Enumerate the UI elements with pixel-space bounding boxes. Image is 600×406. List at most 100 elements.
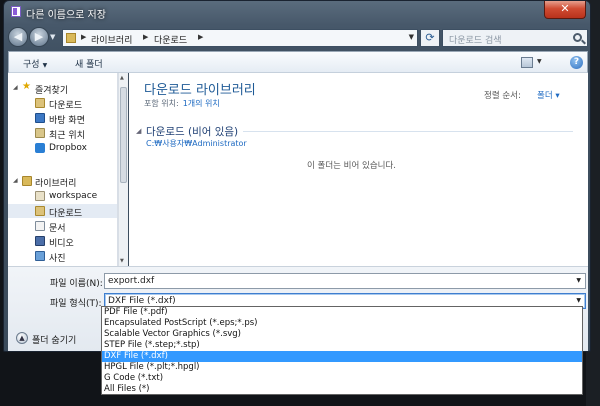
filename-value: export.dxf <box>108 276 155 286</box>
back-button[interactable]: ◀ <box>8 27 28 47</box>
address-dropdown-icon[interactable]: ▼ <box>409 33 414 41</box>
collapse-icon[interactable]: ◢ <box>13 177 18 184</box>
includes-label: 포함 위치: <box>144 99 179 108</box>
sidebar-item-label: 비디오 <box>49 239 74 249</box>
scrollbar-thumb[interactable] <box>120 87 127 183</box>
refresh-icon: ⟳ <box>425 31 435 44</box>
group-path-link[interactable]: C:₩사용자₩Administrator <box>146 138 247 149</box>
hide-folders-button[interactable]: 폴더 숨기기 <box>32 333 76 346</box>
filetype-option[interactable]: DXF File (*.dxf) <box>102 351 582 362</box>
workspace-icon <box>35 191 45 201</box>
scroll-down-icon[interactable]: ▼ <box>120 258 124 264</box>
sidebar-item-label: 다운로드 <box>49 209 83 219</box>
recent-pages-dropdown-icon[interactable]: ▼ <box>50 33 58 41</box>
hide-folders-toggle-icon[interactable]: ▲ <box>16 332 28 344</box>
view-dropdown-icon[interactable]: ▼ <box>537 58 542 65</box>
scroll-up-icon[interactable]: ▲ <box>120 75 124 81</box>
group-divider <box>243 131 573 132</box>
filetype-option[interactable]: PDF File (*.pdf) <box>102 307 582 318</box>
chevron-down-icon: ▼ <box>42 62 48 69</box>
filetype-option[interactable]: STEP File (*.step;*.stp) <box>102 340 582 351</box>
address-bar[interactable]: ▶ 라이브러리 ▶ 다운로드 ▶ ▼ <box>62 29 418 47</box>
documents-icon <box>35 221 45 231</box>
filetype-option[interactable]: HPGL File (*.plt;*.hpgl) <box>102 362 582 373</box>
forward-arrow-icon: ▶ <box>34 30 44 43</box>
desktop-icon <box>35 113 45 123</box>
group-header[interactable]: 다운로드 (비어 있음) <box>146 124 238 139</box>
sidebar-item-label: 사진 <box>49 254 66 264</box>
filetype-option[interactable]: G Code (*.txt) <box>102 373 582 384</box>
download-folder-icon <box>35 98 45 108</box>
sidebar-item-label: Dropbox <box>49 143 87 153</box>
sidebar-item-recent-places[interactable]: 최근 위치 <box>8 126 117 141</box>
filename-field[interactable]: export.dxf ▼ <box>104 273 586 289</box>
breadcrumb-separator-icon[interactable]: ▶ <box>81 33 86 41</box>
sidebar-item-downloads-library[interactable]: 다운로드 <box>8 204 117 219</box>
sidebar-item-favorites[interactable]: ◢ ★ 즐겨찾기 <box>8 81 117 96</box>
sidebar-item-documents[interactable]: 문서 <box>8 219 117 234</box>
library-icon <box>22 176 32 186</box>
help-icon[interactable]: ? <box>570 56 583 69</box>
sidebar-item-label: 라이브러리 <box>35 179 77 189</box>
save-as-dialog: 다른 이름으로 저장 ✕ ◀ ▶ ▼ ▶ 라이브러리 ▶ 다운로드 ▶ ▼ ⟳ … <box>3 0 591 352</box>
sidebar-item-videos[interactable]: 비디오 <box>8 234 117 249</box>
sort-dropdown[interactable]: 폴더 ▾ <box>537 89 560 101</box>
window-title: 다른 이름으로 저장 <box>26 10 106 21</box>
breadcrumb-downloads[interactable]: 다운로드 <box>154 33 187 46</box>
collapse-icon[interactable]: ◢ <box>13 84 18 91</box>
filetype-option[interactable]: Scalable Vector Graphics (*.svg) <box>102 329 582 340</box>
search-placeholder: 다운로드 검색 <box>449 36 502 46</box>
organize-button[interactable]: 구성 ▼ <box>23 57 47 70</box>
dropbox-icon <box>35 143 45 153</box>
sidebar-item-downloads[interactable]: 다운로드 <box>8 96 117 111</box>
library-title: 다운로드 라이브러리 <box>144 83 256 98</box>
recent-places-icon <box>35 128 45 138</box>
navigation-pane: ◢ ★ 즐겨찾기 다운로드 바탕 화면 최근 위치 Dropbox ◢ 라이브러… <box>8 73 118 266</box>
filetype-option[interactable]: All Files (*) <box>102 384 582 395</box>
new-folder-button[interactable]: 새 폴더 <box>75 57 103 70</box>
sidebar-item-workspace[interactable]: workspace <box>8 189 117 203</box>
chevron-down-icon[interactable]: ▼ <box>576 277 581 284</box>
filetype-option[interactable]: Encapsulated PostScript (*.eps;*.ps) <box>102 318 582 329</box>
filetype-dropdown-list[interactable]: PDF File (*.pdf) Encapsulated PostScript … <box>101 306 583 395</box>
filename-label: 파일 이름(N): <box>50 279 103 289</box>
file-list-pane[interactable]: 다운로드 라이브러리 포함 위치: 1개의 위치 정렬 순서: 폴더 ▾ ◢ 다운… <box>129 73 588 266</box>
videos-icon <box>35 236 45 246</box>
includes-locations-link[interactable]: 1개의 위치 <box>183 99 220 108</box>
sidebar-item-label: 바탕 화면 <box>49 116 85 126</box>
view-options-icon[interactable] <box>521 57 533 68</box>
chevron-down-icon[interactable]: ▼ <box>576 297 581 304</box>
filetype-label: 파일 형식(T): <box>50 299 102 309</box>
breadcrumb-library[interactable]: 라이브러리 <box>91 33 132 46</box>
navigation-bar: ◀ ▶ ▼ ▶ 라이브러리 ▶ 다운로드 ▶ ▼ ⟳ 다운로드 검색 <box>4 25 590 49</box>
back-arrow-icon: ◀ <box>13 30 23 43</box>
library-includes: 포함 위치: 1개의 위치 <box>144 98 220 109</box>
group-collapse-icon[interactable]: ◢ <box>136 127 141 135</box>
sidebar-item-label: 문서 <box>49 224 66 234</box>
refresh-button[interactable]: ⟳ <box>420 29 440 47</box>
folder-icon <box>66 33 76 43</box>
sidebar-item-desktop[interactable]: 바탕 화면 <box>8 111 117 126</box>
breadcrumb-separator-icon[interactable]: ▶ <box>198 33 203 41</box>
forward-button[interactable]: ▶ <box>29 27 49 47</box>
sidebar-item-dropbox[interactable]: Dropbox <box>8 141 117 155</box>
search-input[interactable]: 다운로드 검색 <box>442 29 588 47</box>
sort-label: 정렬 순서: <box>484 91 521 101</box>
organize-label: 구성 <box>23 60 40 70</box>
title-bar[interactable]: 다른 이름으로 저장 ✕ <box>4 1 590 23</box>
navigation-scrollbar[interactable]: ▲ ▼ <box>118 73 128 266</box>
download-folder-icon <box>35 206 45 216</box>
sidebar-item-label: workspace <box>49 191 98 201</box>
sidebar-item-label: 최근 위치 <box>49 131 85 141</box>
sidebar-item-label: 다운로드 <box>49 101 83 111</box>
sidebar-item-libraries[interactable]: ◢ 라이브러리 <box>8 174 117 189</box>
breadcrumb-separator-icon[interactable]: ▶ <box>143 33 148 41</box>
app-icon <box>11 6 21 17</box>
sidebar-item-pictures[interactable]: 사진 <box>8 249 117 264</box>
empty-folder-message: 이 폴더는 비어 있습니다. <box>307 161 397 171</box>
search-icon[interactable] <box>573 33 582 42</box>
filetype-value: DXF File (*.dxf) <box>108 296 176 306</box>
close-button[interactable]: ✕ <box>544 1 586 19</box>
pictures-icon <box>35 251 45 261</box>
sidebar-item-label: 즐겨찾기 <box>35 86 69 96</box>
